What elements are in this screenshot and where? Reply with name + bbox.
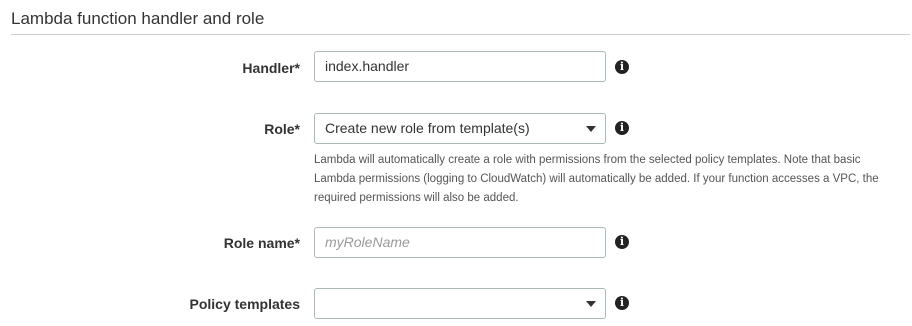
role-select[interactable]: Create new role from template(s) (314, 113, 606, 144)
handler-label: Handler* (242, 60, 300, 76)
role-name-info-icon[interactable]: i (615, 235, 629, 249)
chevron-down-icon (586, 301, 596, 307)
role-info-icon[interactable]: i (615, 121, 629, 135)
role-label: Role* (264, 121, 300, 137)
role-name-label: Role name* (223, 235, 300, 251)
policy-templates-info-icon[interactable]: i (615, 296, 629, 310)
section-divider (11, 34, 910, 35)
role-name-input[interactable]: myRoleName (314, 227, 606, 258)
role-select-value: Create new role from template(s) (325, 120, 530, 136)
role-help-text: Lambda will automatically create a role … (314, 154, 879, 204)
handler-input[interactable]: index.handler (314, 51, 606, 82)
section-title: Lambda function handler and role (11, 9, 265, 28)
chevron-down-icon (586, 126, 596, 132)
policy-templates-select[interactable] (314, 288, 606, 319)
handler-info-icon[interactable]: i (615, 60, 629, 74)
policy-templates-label: Policy templates (189, 296, 301, 312)
